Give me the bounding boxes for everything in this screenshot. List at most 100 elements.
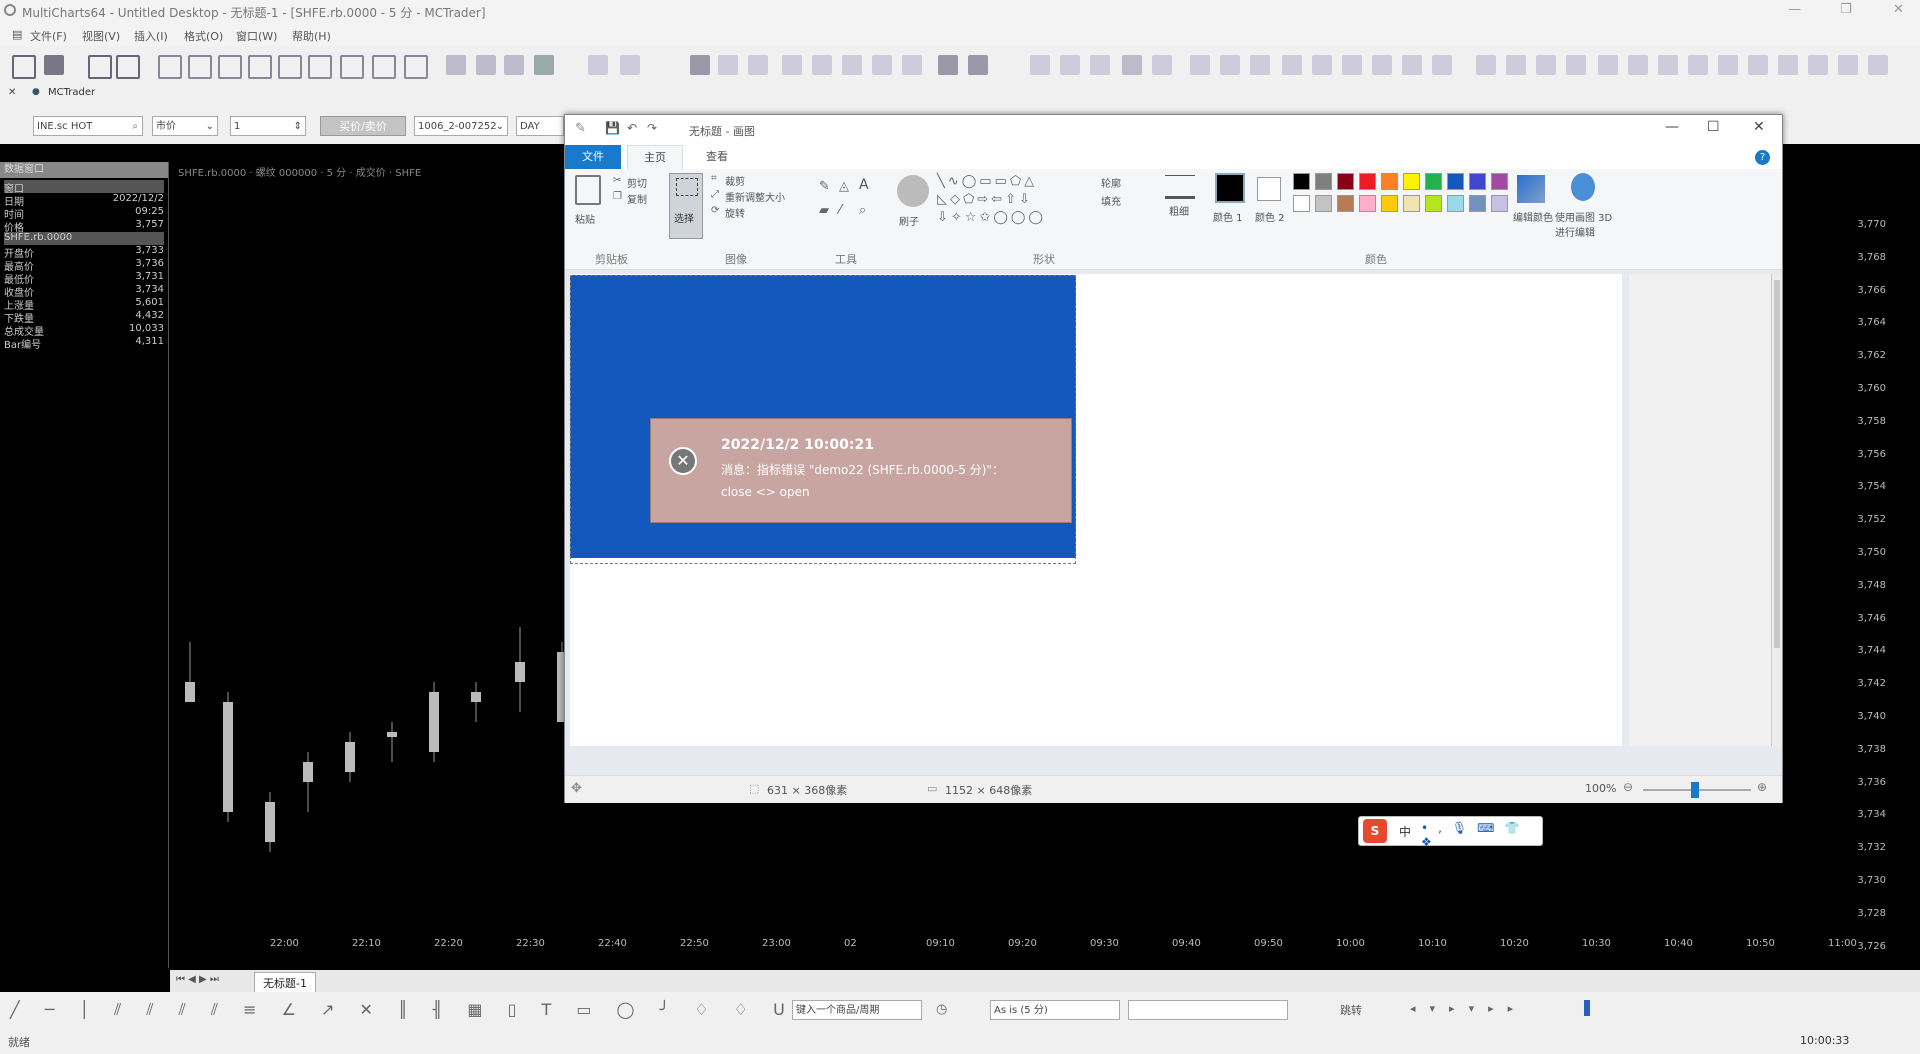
print-preview-icon[interactable] bbox=[1868, 55, 1888, 75]
palette-swatch[interactable] bbox=[1315, 173, 1332, 190]
paint-maximize-button[interactable]: ☐ bbox=[1707, 119, 1720, 135]
picture-icon[interactable] bbox=[372, 55, 396, 79]
menu-help[interactable]: 帮助(H) bbox=[292, 28, 331, 44]
sort-icon[interactable] bbox=[938, 55, 958, 75]
chart-trading-icon[interactable] bbox=[1402, 55, 1422, 75]
color2-swatch[interactable] bbox=[1257, 177, 1281, 201]
resize-icon[interactable]: ⤢ bbox=[711, 189, 719, 200]
brush-icon[interactable] bbox=[897, 175, 929, 207]
undo-icon[interactable]: ↶ bbox=[627, 121, 637, 135]
new-report-icon[interactable] bbox=[278, 55, 302, 79]
color1-label[interactable]: 颜色 1 bbox=[1213, 209, 1243, 224]
select-tool[interactable]: 选择 bbox=[669, 173, 703, 239]
magnifier-icon[interactable] bbox=[1152, 55, 1172, 75]
menu-view[interactable]: 视图(V) bbox=[82, 28, 120, 44]
drawing-tools-icons[interactable]: ╱ ─ │ ⫽ ⫽ ⫽ ⫽ ≡ ∠ ↗ ✕ ║ ╢ ▦ ▯ T ▭ ◯ ╯ ♢ … bbox=[10, 1000, 833, 1020]
indicator-icon[interactable] bbox=[446, 55, 466, 75]
arrow-up-small-icon[interactable] bbox=[1628, 55, 1648, 75]
save-icon[interactable] bbox=[88, 55, 112, 79]
new-scanner-icon[interactable] bbox=[188, 55, 212, 79]
close-panel-icon[interactable]: ✕ bbox=[8, 87, 16, 98]
shape-fill-label[interactable]: 填充 bbox=[1101, 193, 1121, 208]
cut-label[interactable]: 剪切 bbox=[627, 175, 647, 190]
menu-file[interactable]: 文件(F) bbox=[30, 28, 67, 44]
color2-label[interactable]: 颜色 2 bbox=[1255, 209, 1285, 224]
edit-colors-label[interactable]: 编辑颜色 bbox=[1513, 209, 1553, 224]
scrollbar-thumb[interactable] bbox=[1774, 280, 1780, 648]
price-axis[interactable]: 3,770 3,768 3,766 3,764 3,762 3,760 3,758 3,756… bbox=[1830, 162, 1920, 1017]
maximize-button[interactable]: ❐ bbox=[1840, 2, 1852, 17]
clock-icon[interactable]: ◷ bbox=[936, 1002, 947, 1017]
pnf-icon[interactable] bbox=[842, 55, 862, 75]
redo-icon[interactable]: ↷ bbox=[647, 121, 657, 135]
help-icon[interactable]: ? bbox=[1755, 150, 1770, 165]
buy-sell-button[interactable]: 买价/卖价 bbox=[320, 116, 406, 136]
link-icon[interactable] bbox=[1250, 55, 1270, 75]
window-icon[interactable] bbox=[404, 55, 428, 79]
fork-icon[interactable] bbox=[782, 55, 802, 75]
arrow-down-small-icon[interactable] bbox=[1748, 55, 1768, 75]
paste-icon[interactable] bbox=[575, 175, 601, 205]
copy-icon[interactable]: ❐ bbox=[613, 191, 622, 202]
text-tool-icon[interactable]: A bbox=[859, 177, 869, 193]
close-x-icon[interactable] bbox=[1536, 55, 1556, 75]
account-select[interactable]: 1006_2-007252 ⌄ bbox=[414, 116, 508, 136]
trade-bar-icon[interactable] bbox=[1220, 55, 1240, 75]
arrow-up-icon[interactable] bbox=[1598, 55, 1618, 75]
cursor-icon[interactable] bbox=[1030, 55, 1050, 75]
vertical-scrollbar[interactable] bbox=[1771, 274, 1782, 746]
new-dom-icon[interactable] bbox=[218, 55, 242, 79]
palette-swatch[interactable] bbox=[1315, 195, 1332, 212]
eraser-icon[interactable]: ▰ bbox=[819, 203, 829, 218]
quick-save-icon[interactable]: 💾 bbox=[605, 121, 620, 135]
print-icon[interactable] bbox=[116, 55, 140, 79]
zoom-slider-thumb[interactable] bbox=[1691, 782, 1699, 798]
sogou-logo-icon[interactable]: S bbox=[1363, 819, 1387, 843]
palette-swatch[interactable] bbox=[1359, 173, 1376, 190]
grid-icon[interactable] bbox=[1342, 55, 1362, 75]
menu-format[interactable]: 格式(O) bbox=[184, 28, 223, 44]
playback-controls[interactable]: ◂▾▸▾▸▸ bbox=[1410, 1002, 1527, 1015]
resolution-select[interactable]: As is (5 分) bbox=[990, 1000, 1120, 1020]
palette-swatch[interactable] bbox=[1293, 173, 1310, 190]
expand-icon[interactable] bbox=[1506, 55, 1526, 75]
sheet-nav-arrows[interactable]: ⏮ ◀ ▶ ⏭ bbox=[176, 974, 219, 985]
palette-swatch[interactable] bbox=[1337, 173, 1354, 190]
rotate-label[interactable]: 旋转 bbox=[725, 205, 745, 220]
tab-home[interactable]: 主页 bbox=[627, 145, 683, 169]
new-workspace-icon[interactable] bbox=[12, 55, 36, 79]
order-type-select[interactable]: 市价 ⌄ bbox=[152, 116, 218, 136]
brush-label[interactable]: 刷子 bbox=[899, 213, 919, 228]
chart-properties-icon[interactable] bbox=[620, 55, 640, 75]
edit-colors-icon[interactable] bbox=[1517, 175, 1545, 203]
new-window-icon[interactable] bbox=[340, 55, 364, 79]
bar-icon[interactable] bbox=[718, 55, 738, 75]
collapse-icon[interactable] bbox=[1476, 55, 1496, 75]
palette-swatch[interactable] bbox=[1447, 195, 1464, 212]
paint-minimize-button[interactable]: — bbox=[1665, 119, 1679, 135]
palette-swatch[interactable] bbox=[1337, 195, 1354, 212]
search-icon[interactable]: ⌕ bbox=[132, 117, 138, 137]
ime-language[interactable]: 中 bbox=[1399, 823, 1411, 840]
candle-icon[interactable] bbox=[690, 55, 710, 75]
open-workspace-icon[interactable] bbox=[44, 55, 64, 75]
comment-icon[interactable] bbox=[1090, 55, 1110, 75]
crop-icon[interactable]: ⌗ bbox=[711, 173, 717, 184]
cut-icon[interactable]: ✂ bbox=[613, 175, 621, 186]
zoom-out-icon[interactable] bbox=[1808, 55, 1828, 75]
crop-label[interactable]: 裁剪 bbox=[725, 173, 745, 188]
paint3d-label[interactable]: 使用画图 3D 进行编辑 bbox=[1555, 209, 1625, 239]
palette-swatch[interactable] bbox=[1447, 173, 1464, 190]
refresh-data-icon[interactable] bbox=[1432, 55, 1452, 75]
zoom-in-button[interactable]: ⊕ bbox=[1757, 780, 1767, 794]
vertical-arrows-icon[interactable] bbox=[1566, 55, 1586, 75]
zoom-area-icon[interactable] bbox=[1122, 55, 1142, 75]
reload-icon[interactable] bbox=[1838, 55, 1858, 75]
renko-icon[interactable] bbox=[902, 55, 922, 75]
palette-swatch[interactable] bbox=[1403, 195, 1420, 212]
resize-label[interactable]: 重新调整大小 bbox=[725, 189, 785, 204]
symbol-field[interactable]: INE.sc HOT ⌕ bbox=[33, 116, 143, 136]
fill-bucket-icon[interactable]: ◬ bbox=[839, 179, 849, 194]
paste-label[interactable]: 粘贴 bbox=[575, 211, 595, 226]
dot-icon[interactable] bbox=[1658, 55, 1678, 75]
